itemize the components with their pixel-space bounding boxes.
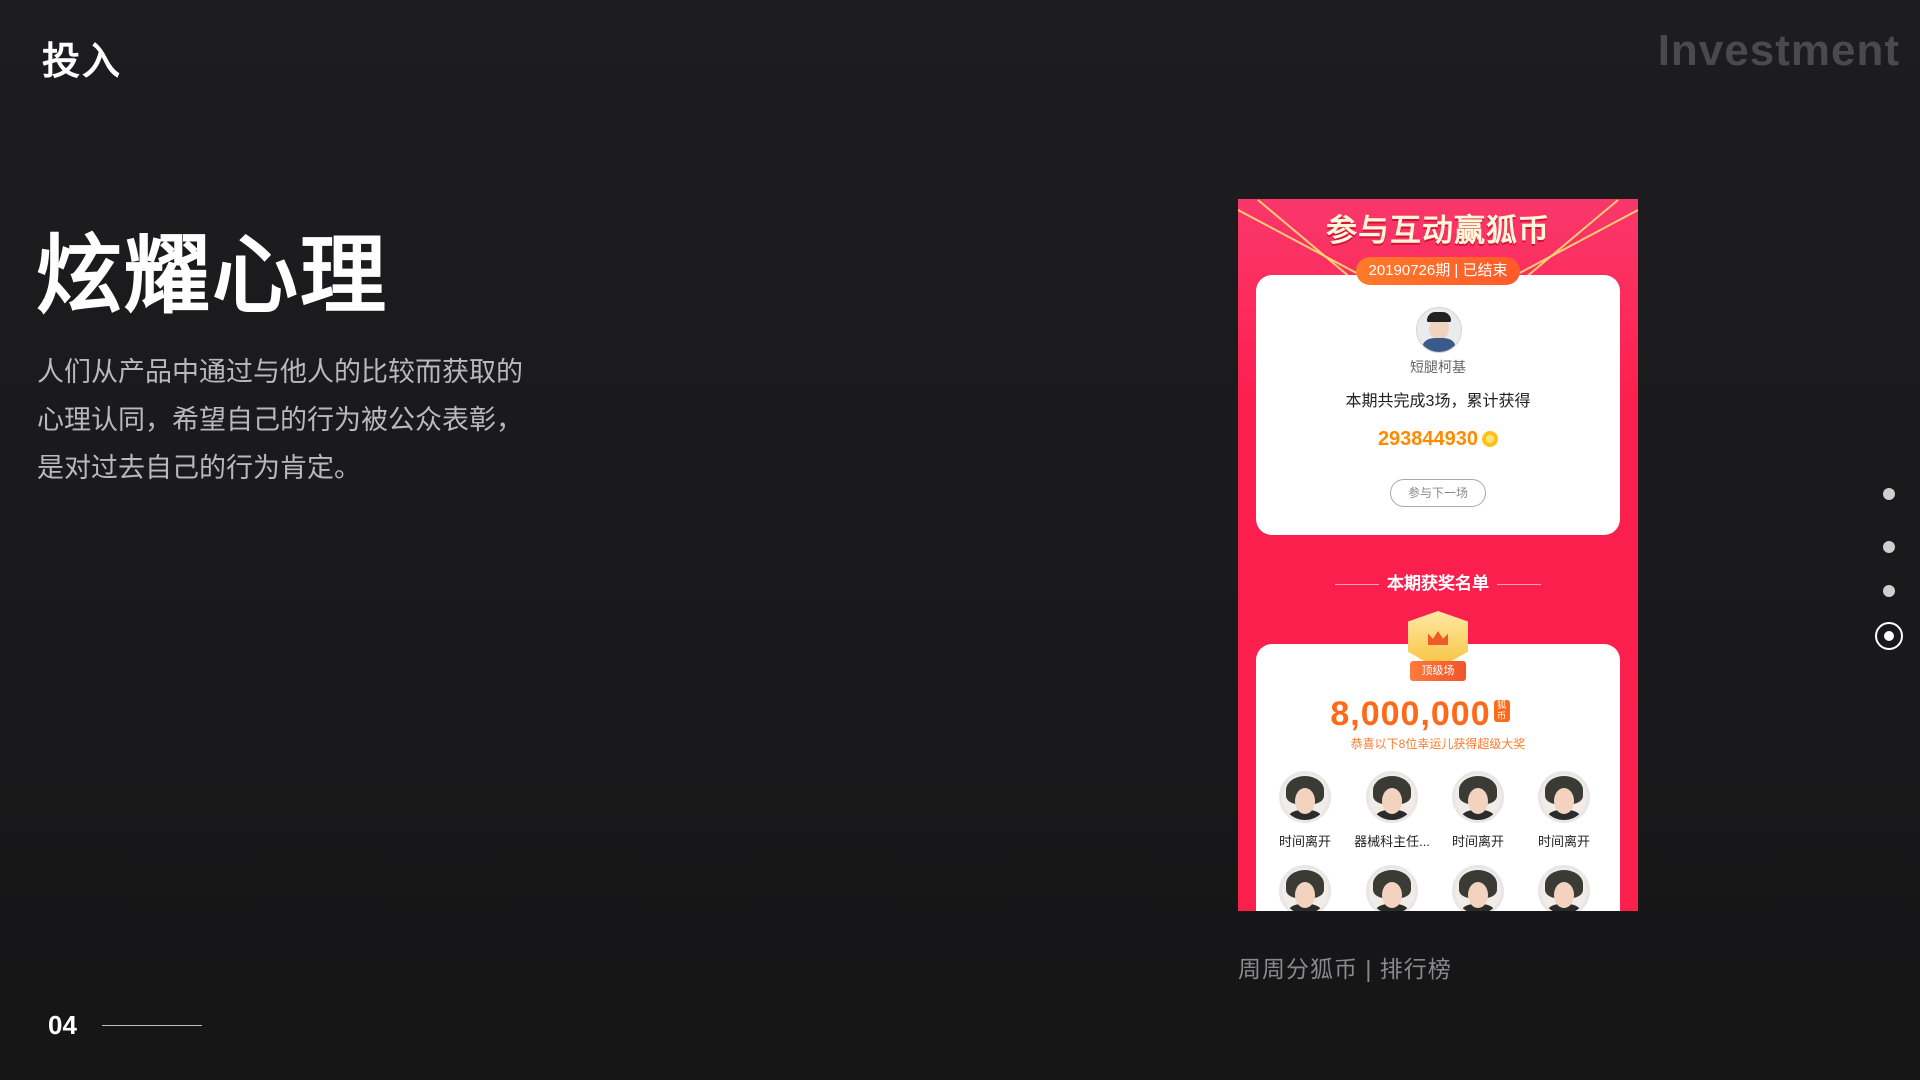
- description-line: 人们从产品中通过与他人的比较而获取的: [37, 357, 523, 387]
- coin-icon: [1482, 431, 1499, 447]
- winner-name: 时间离开: [1537, 834, 1590, 849]
- divider: [1497, 584, 1541, 586]
- tier-label: 顶级场: [1410, 661, 1466, 681]
- join-next-button[interactable]: 参与下一场: [1390, 479, 1486, 507]
- description-line: 心理认同，希望自己的行为被公众表彰，: [37, 405, 523, 435]
- avatar: [1279, 865, 1331, 911]
- avatar: [1366, 771, 1418, 823]
- avatar: [1538, 771, 1590, 823]
- page-number: 04: [48, 1010, 77, 1040]
- description: 人们从产品中通过与他人的比较而获取的 心理认同，希望自己的行为被公众表彰， 是对…: [37, 348, 597, 492]
- slide-nav-dot[interactable]: [1883, 488, 1895, 500]
- winner-name: 时间离开: [1278, 834, 1331, 849]
- page-divider: [102, 1025, 202, 1026]
- winner-item[interactable]: [1435, 865, 1521, 911]
- phone-screenshot: 参与互动赢狐币 短腿柯基 本期共完成3场，累计获得 293844930 参与下一…: [1238, 199, 1638, 911]
- slide-nav-dot[interactable]: [1883, 585, 1895, 597]
- avatar: [1366, 865, 1418, 911]
- section-label: 投入: [42, 41, 123, 83]
- divider: [1335, 584, 1379, 586]
- user-summary-card: 短腿柯基 本期共完成3场，累计获得 293844930 参与下一场: [1256, 275, 1620, 535]
- avatar: [1279, 771, 1331, 823]
- score-number: 293844930: [1377, 428, 1479, 450]
- description-line: 是对过去自己的行为肯定。: [37, 453, 361, 483]
- avatar[interactable]: [1416, 307, 1462, 353]
- winners-title: 本期获奖名单: [1387, 574, 1489, 593]
- winner-item[interactable]: [1262, 865, 1348, 911]
- page-title: 炫耀心理: [36, 228, 388, 324]
- user-name: 短腿柯基: [1410, 359, 1466, 375]
- banner-title: 参与互动赢狐币: [1326, 213, 1550, 248]
- avatar: [1452, 865, 1504, 911]
- section-label-english: Investment: [1657, 26, 1900, 75]
- avatar: [1452, 771, 1504, 823]
- winner-name: 器械科主任...: [1354, 834, 1430, 849]
- winner-item[interactable]: [1349, 865, 1435, 911]
- prize-amount: 8,000,000: [1330, 695, 1491, 733]
- prize-unit: 狐币: [1493, 700, 1510, 722]
- slide-nav-dot-active[interactable]: [1875, 622, 1903, 650]
- summary-text: 本期共完成3场，累计获得: [1345, 393, 1531, 410]
- score-value: 293844930: [1256, 428, 1620, 451]
- winner-item[interactable]: 时间离开: [1435, 771, 1521, 850]
- avatar: [1538, 865, 1590, 911]
- winner-item[interactable]: 时间离开: [1521, 771, 1607, 850]
- winner-item[interactable]: [1521, 865, 1607, 911]
- winner-name: 时间离开: [1451, 834, 1504, 849]
- winner-item[interactable]: 器械科主任...: [1349, 771, 1435, 850]
- prize-caption: 恭喜以下8位幸运儿获得超级大奖: [1350, 737, 1526, 751]
- screenshot-caption: 周周分狐币 | 排行榜: [1238, 956, 1452, 982]
- winners-heading: 本期获奖名单: [1238, 569, 1638, 594]
- period-badge: 20190726期 | 已结束: [1356, 257, 1520, 285]
- tier-badge: 顶级场: [1398, 611, 1478, 685]
- winner-item[interactable]: 时间离开: [1262, 771, 1348, 850]
- prize: 8,000,000 狐币: [1238, 695, 1602, 734]
- slide-nav-dot[interactable]: [1883, 541, 1895, 553]
